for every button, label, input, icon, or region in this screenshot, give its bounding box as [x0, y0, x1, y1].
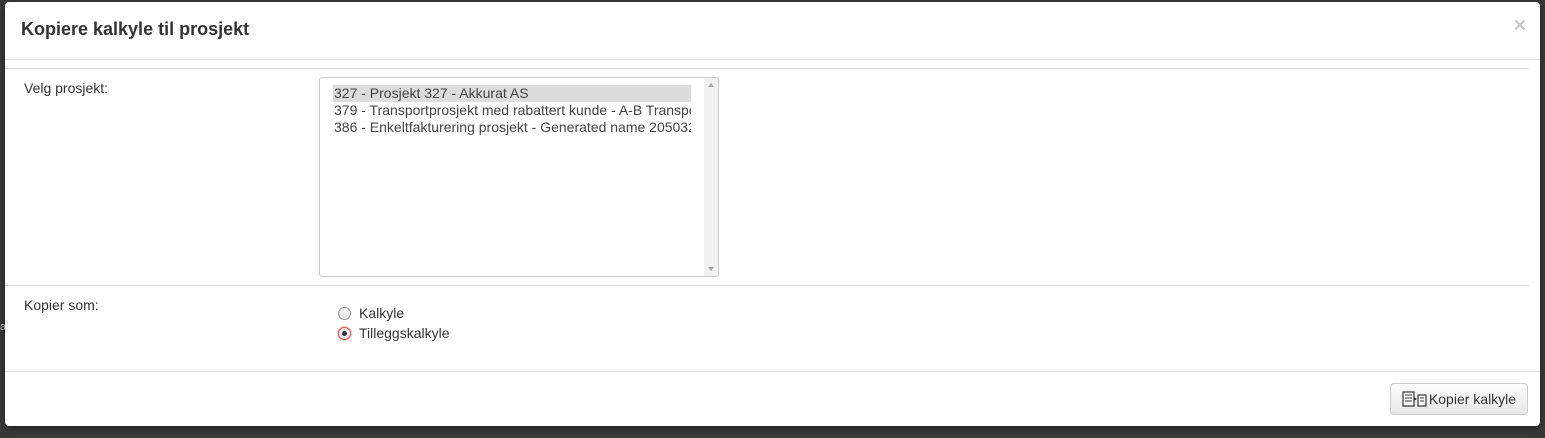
radio-button[interactable]: [338, 326, 351, 340]
scroll-down-arrow-icon[interactable]: [708, 267, 714, 271]
close-icon[interactable]: ×: [1514, 15, 1526, 36]
radio-option-kalkyle[interactable]: Kalkyle: [338, 304, 404, 322]
copy-button-label: Kopier kalkyle: [1428, 391, 1517, 407]
radio-label: Kalkyle: [359, 305, 405, 321]
copy-calculation-dialog: Kopiere kalkyle til prosjekt × Velg pros…: [5, 2, 1540, 426]
dialog-title: Kopiere kalkyle til prosjekt: [21, 19, 250, 39]
footer-divider: [5, 371, 1540, 372]
section-divider: [5, 285, 1529, 286]
scroll-up-arrow-icon[interactable]: [708, 83, 714, 87]
radio-label: Tilleggskalkyle: [359, 325, 450, 341]
project-option[interactable]: 386 - Enkeltfakturering prosjekt - Gener…: [333, 119, 691, 136]
project-option[interactable]: 379 - Transportprosjekt med rabattert ku…: [333, 102, 691, 119]
listbox-scrollbar[interactable]: [704, 78, 718, 276]
radio-button[interactable]: [338, 306, 351, 320]
project-select-label: Velg prosjekt:: [24, 80, 109, 96]
radio-option-tilleggskalkyle[interactable]: Tilleggskalkyle: [338, 324, 450, 342]
copy-calculation-button[interactable]: Kopier kalkyle: [1390, 383, 1528, 415]
project-listbox[interactable]: 327 - Prosjekt 327 - Akkurat AS 379 - Tr…: [319, 77, 719, 277]
copy-as-label: Kopier som:: [24, 297, 99, 313]
project-list: 327 - Prosjekt 327 - Akkurat AS 379 - Tr…: [320, 78, 704, 276]
copy-documents-icon: [1402, 391, 1427, 407]
dialog-header: Kopiere kalkyle til prosjekt ×: [5, 2, 1540, 60]
project-option[interactable]: 327 - Prosjekt 327 - Akkurat AS: [333, 85, 691, 102]
header-divider: [5, 68, 1529, 69]
